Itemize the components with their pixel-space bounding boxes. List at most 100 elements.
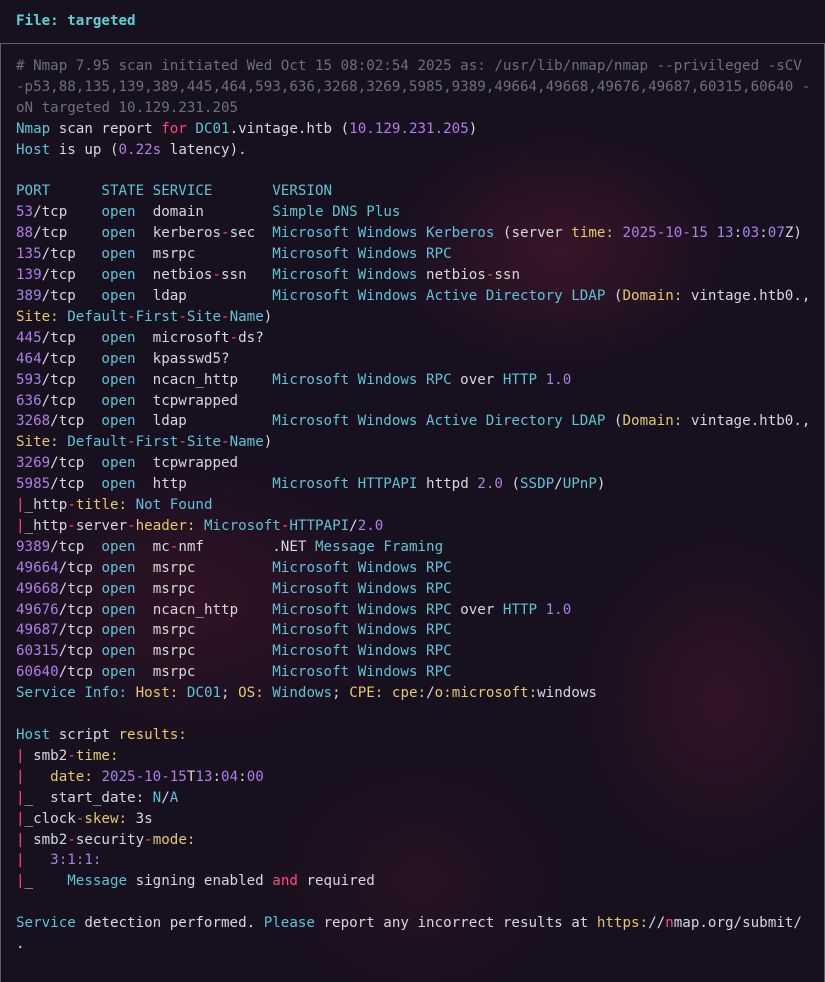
output-text: Domain: [622, 413, 683, 430]
output-text: msrpc [135, 580, 273, 597]
output-text: N [152, 789, 162, 806]
output-text: 2.0 [477, 476, 503, 493]
output-line: |_ start_date: N/A [16, 788, 816, 809]
output-text: /tcp [58, 559, 102, 576]
output-text: msrpc [135, 559, 273, 576]
output-text: http [135, 476, 273, 493]
output-text: /tcp [58, 580, 102, 597]
output-text: 389 [16, 287, 42, 304]
output-text: for [161, 120, 187, 137]
output-text: signing enabled [127, 873, 273, 890]
output-text: /tcp [33, 225, 102, 242]
output-text: 49687 [16, 622, 59, 639]
output-text: Microsoft Windows RPC [272, 664, 452, 681]
output-line: 5985/tcp open http Microsoft HTTPAPI htt… [16, 474, 816, 495]
output-text: vintage.htb0., [682, 413, 819, 430]
output-text: A [169, 789, 179, 806]
output-text: OS: [238, 685, 264, 702]
output-text: nmf .NET [178, 538, 315, 555]
output-text: open [101, 476, 136, 493]
output-text: | [16, 852, 25, 869]
output-text: _http [24, 497, 68, 514]
output-text: mode: [152, 831, 196, 848]
output-text: ) [468, 120, 478, 137]
output-text: / [426, 685, 435, 702]
output-text: server [75, 517, 128, 534]
output-text: PORT STATE SERVICE VERSION [16, 183, 333, 200]
output-text: report any incorrect results at [314, 915, 597, 932]
output-text: /tcp [41, 392, 102, 409]
output-line: 135/tcp open msrpc Microsoft Windows RPC [16, 244, 816, 265]
output-text: 593 [16, 371, 42, 388]
output-line: 445/tcp open microsoft-ds? [16, 328, 816, 349]
output-text: Windows [272, 685, 333, 702]
output-text: 5985 [16, 476, 51, 493]
output-text: Site [186, 434, 222, 451]
output-line: |_ Message signing enabled and required [16, 871, 816, 892]
output-text: - [127, 434, 136, 451]
output-text: windows [537, 685, 597, 702]
output-text: security [75, 831, 145, 848]
output-text: Microsoft Windows [272, 267, 418, 284]
output-text: /tcp [50, 538, 102, 555]
output-text: 60640 [16, 664, 59, 681]
output-line: 49664/tcp open msrpc Microsoft Windows R… [16, 558, 816, 579]
output-text: - [212, 267, 222, 284]
output-text: 139 [16, 267, 42, 284]
output-text: Host: [135, 685, 179, 702]
output-text: msrpc [135, 664, 273, 681]
output-line: 464/tcp open kpasswd5? [16, 349, 816, 370]
output-text: ldap [135, 413, 273, 430]
output-text: ( [605, 413, 623, 430]
output-text: open [101, 204, 136, 221]
output-text: mc [135, 538, 170, 555]
output-text: - [67, 517, 76, 534]
output-text: ; [332, 685, 350, 702]
output-text: 3:1:1: [50, 852, 102, 869]
output-text: netbios [135, 267, 213, 284]
output-text: 2.0 [357, 517, 384, 534]
output-text: open [101, 267, 136, 284]
output-text: _http [24, 517, 68, 534]
nmap-output[interactable]: # Nmap 7.95 scan initiated Wed Oct 15 08… [16, 56, 816, 955]
output-text: Site: [16, 434, 59, 451]
output-text: _ start_date: [24, 789, 153, 806]
output-text: open [101, 287, 136, 304]
output-text: # Nmap 7.95 scan initiated Wed Oct 15 08… [16, 58, 811, 116]
output-line: 636/tcp open tcpwrapped [16, 391, 816, 412]
output-text: HTTP [502, 371, 538, 388]
output-text: Default [67, 434, 128, 451]
output-line: 49668/tcp open msrpc Microsoft Windows R… [16, 579, 816, 600]
output-text: open [101, 413, 136, 430]
output-line: 60640/tcp open msrpc Microsoft Windows R… [16, 662, 816, 683]
output-line: # Nmap 7.95 scan initiated Wed Oct 15 08… [16, 56, 816, 119]
output-text: Not Found [135, 497, 213, 514]
output-line: PORT STATE SERVICE VERSION [16, 181, 816, 202]
output-text: tcpwrapped [135, 455, 239, 472]
output-text: 00 [246, 768, 264, 785]
output-text: Name [229, 434, 264, 451]
output-text: 3268 [16, 413, 51, 430]
output-text: 88 [16, 225, 34, 242]
output-text: skew: [84, 810, 128, 827]
output-text: ncacn_http [135, 601, 273, 618]
output-text: open [101, 559, 136, 576]
output-text: time: [571, 225, 614, 242]
output-text: ( [502, 476, 520, 493]
output-text: n [665, 915, 674, 932]
output-text: ) [596, 476, 606, 493]
output-text: : [733, 225, 743, 242]
output-line: 389/tcp open ldap Microsoft Windows Acti… [16, 286, 816, 328]
output-text: Host [16, 727, 51, 743]
output-text: - [144, 831, 153, 848]
output-line: | smb2-time: [16, 746, 816, 767]
output-text: cpe: [391, 685, 427, 702]
output-text: date: [50, 768, 93, 785]
output-text: Host [16, 141, 51, 158]
